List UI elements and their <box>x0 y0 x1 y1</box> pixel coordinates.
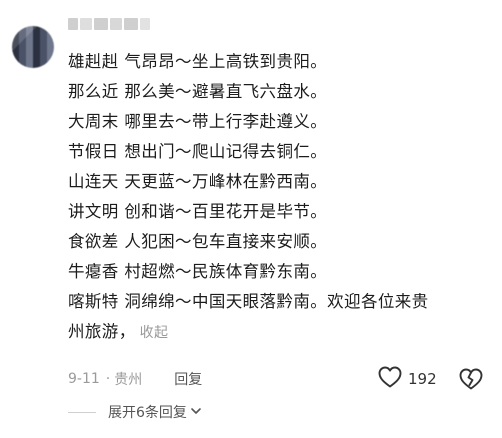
comment-location: 贵州 <box>114 372 143 388</box>
like-button[interactable]: 192 <box>378 366 437 392</box>
comment-line: 食欲差 人犯困～包车直接来安顺。 <box>68 232 328 251</box>
heart-outline-icon <box>378 366 402 392</box>
avatar[interactable] <box>12 26 54 68</box>
collapse-button[interactable]: 收起 <box>140 325 169 341</box>
comment-line: 节假日 想出门～爬山记得去铜仁。 <box>68 142 328 161</box>
comment-line: 讲文明 创和谐～百里花开是毕节。 <box>68 202 328 221</box>
expand-replies-button[interactable]: 展开6条回复 <box>68 402 202 422</box>
username-pixel <box>140 18 150 30</box>
comment-meta: 9-11 · 贵州 回复 <box>68 368 202 390</box>
divider <box>68 411 96 413</box>
reply-button[interactable]: 回复 <box>174 369 202 389</box>
expand-replies-label: 展开6条回复 <box>108 405 187 421</box>
username-pixel <box>68 18 78 30</box>
comment-line: 那么近 那么美～避暑直飞六盘水。 <box>68 82 328 101</box>
broken-heart-icon <box>458 368 484 396</box>
comment-line: 牛瘪香 村超燃～民族体育黔东南。 <box>68 262 328 281</box>
username-pixel <box>94 18 108 30</box>
comment-line: 雄赳赳 气昂昂～坐上高铁到贵阳。 <box>68 52 328 71</box>
comment-line-text: 州旅游， <box>68 322 136 341</box>
comment-line: 山连天 天更蓝～万峰林在黔西南。 <box>68 172 328 191</box>
comment-line: 喀斯特 洞绵绵～中国天眼落黔南。欢迎各位来贵 <box>68 292 429 311</box>
comment-line: 州旅游， 收起 <box>68 317 493 347</box>
meta-separator: · <box>105 371 111 387</box>
username-pixel <box>80 18 92 30</box>
dislike-button[interactable] <box>458 366 484 392</box>
username-blurred[interactable] <box>68 16 152 32</box>
comment-date: 9-11 <box>68 371 100 387</box>
username-pixel <box>110 18 122 30</box>
like-count: 192 <box>408 370 437 388</box>
username-pixel <box>124 18 138 30</box>
comment-text: 雄赳赳 气昂昂～坐上高铁到贵阳。 那么近 那么美～避暑直飞六盘水。 大周末 哪里… <box>68 47 493 347</box>
comment-line: 大周末 哪里去～带上行李赴遵义。 <box>68 112 328 131</box>
chevron-down-icon <box>190 404 202 420</box>
